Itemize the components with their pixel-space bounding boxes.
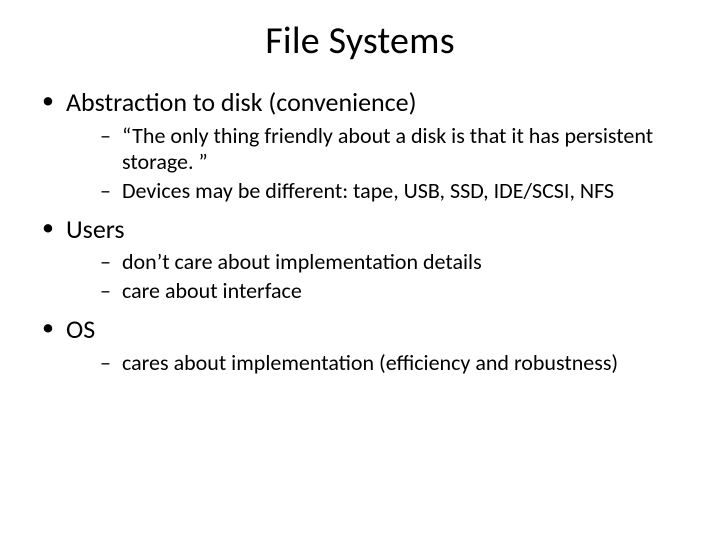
sub-list: don’t care about implementation details … (66, 249, 692, 305)
bullet-text: Users (66, 213, 125, 245)
sub-item: Devices may be different: tape, USB, SSD… (100, 178, 692, 205)
sub-item: care about interface (100, 278, 692, 305)
sub-item: cares about implementation (efficiency a… (100, 350, 692, 377)
list-item: Abstraction to disk (convenience) “The o… (40, 86, 692, 205)
sub-list: cares about implementation (efficiency a… (66, 350, 692, 377)
bullet-text: OS (66, 313, 95, 345)
sub-list: “The only thing friendly about a disk is… (66, 123, 692, 205)
sub-item: “The only thing friendly about a disk is… (100, 123, 692, 177)
sub-item: don’t care about implementation details (100, 249, 692, 276)
list-item: OS cares about implementation (efficienc… (40, 313, 692, 376)
list-item: Users don’t care about implementation de… (40, 213, 692, 305)
bullet-text: Abstraction to disk (convenience) (66, 86, 416, 118)
bullet-list: Abstraction to disk (convenience) “The o… (28, 86, 692, 376)
slide-title: File Systems (28, 18, 692, 64)
